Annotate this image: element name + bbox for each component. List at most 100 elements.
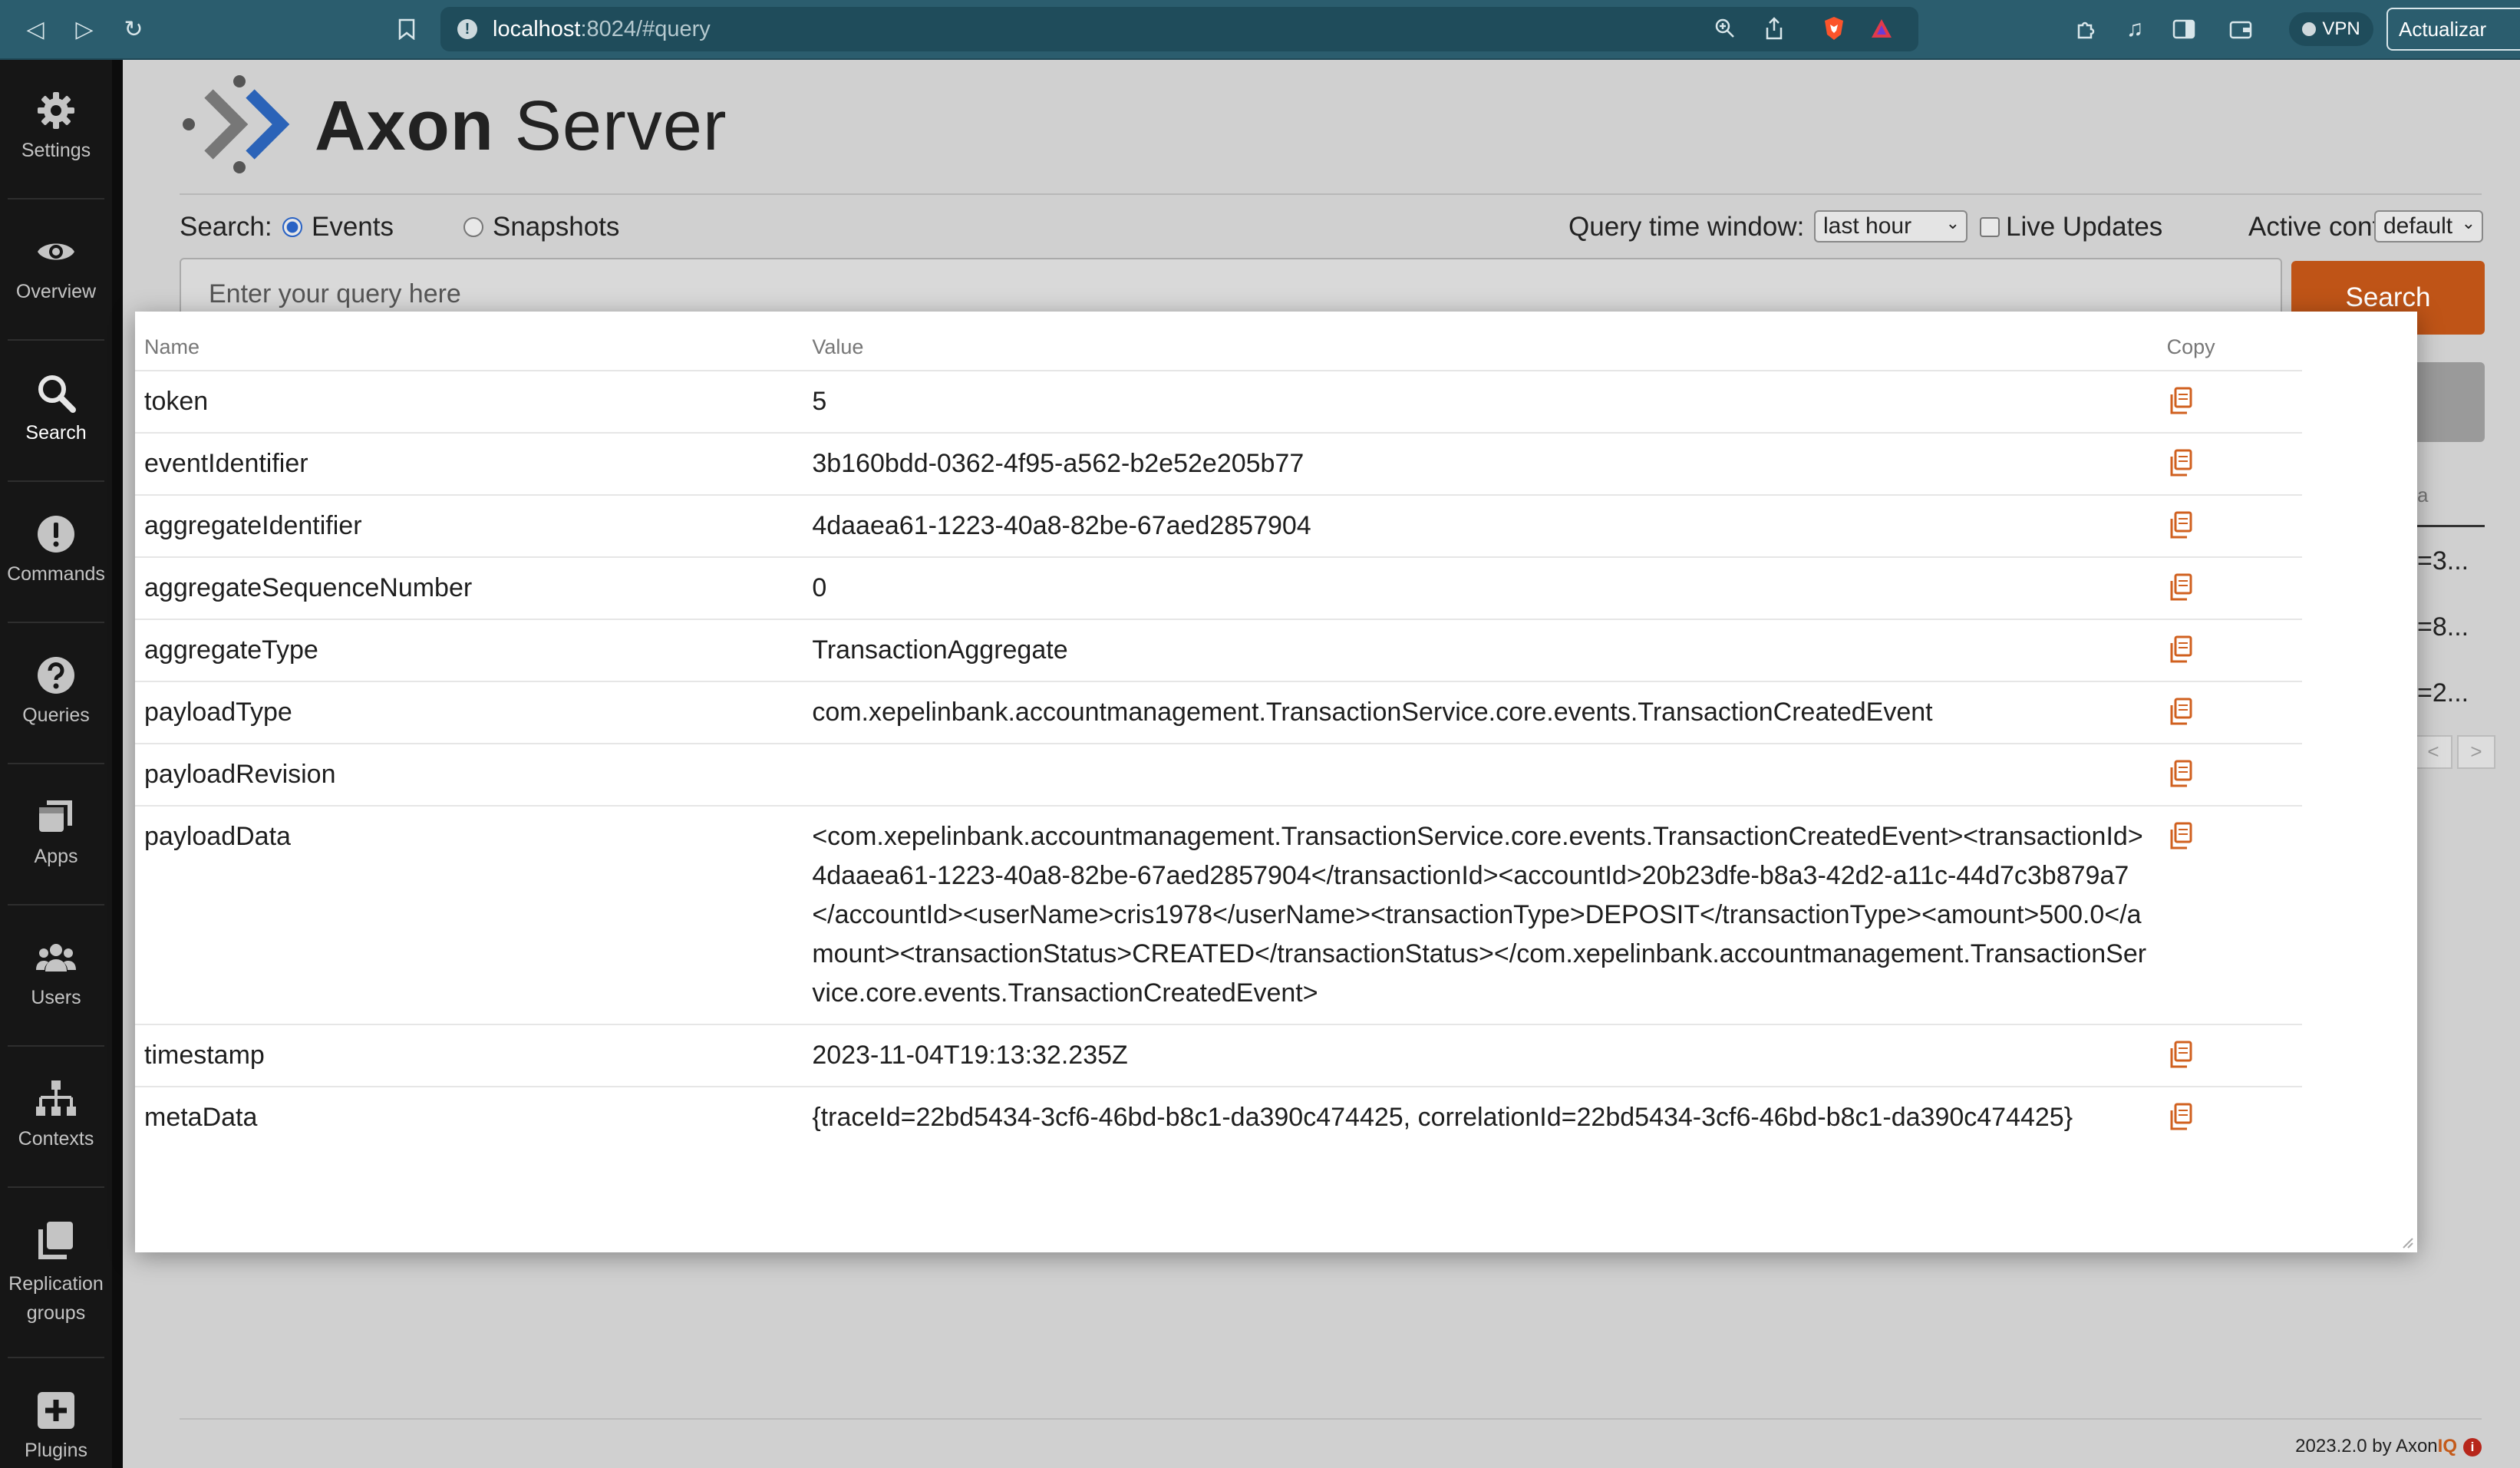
copy-icon bbox=[2170, 1041, 2192, 1068]
brave-shield-icon[interactable] bbox=[1817, 12, 1851, 45]
sidebar-divider bbox=[8, 198, 104, 200]
field-name: token bbox=[135, 370, 803, 433]
sidebar-item-commands[interactable]: Commands bbox=[0, 513, 112, 586]
gear-icon bbox=[38, 92, 74, 129]
update-button[interactable]: Actualizar bbox=[2386, 8, 2520, 51]
pager-next-button[interactable]: > bbox=[2457, 735, 2495, 769]
sidebar-divider bbox=[8, 480, 104, 482]
zoom-icon[interactable] bbox=[1708, 12, 1742, 45]
context-select[interactable]: default ⌄ bbox=[2374, 210, 2483, 242]
column-header-value: Value bbox=[812, 335, 864, 358]
rewards-icon[interactable] bbox=[1865, 12, 1898, 45]
sidebar-item-plugins[interactable]: Plugins bbox=[0, 1389, 112, 1462]
live-updates-label: Live Updates bbox=[2006, 212, 2163, 242]
info-icon[interactable]: i bbox=[2463, 1438, 2482, 1456]
checkbox-icon bbox=[1980, 217, 2000, 237]
pager-prev-button[interactable]: < bbox=[2414, 735, 2452, 769]
sidebar-item-search[interactable]: Search bbox=[0, 371, 112, 444]
sidebar-item-label: Plugins bbox=[25, 1440, 87, 1461]
field-value: 2023-11-04T19:13:32.235Z bbox=[803, 1024, 2158, 1087]
copy-icon bbox=[2170, 698, 2192, 725]
field-value: <com.xepelinbank.accountmanagement.Trans… bbox=[803, 805, 2158, 1024]
column-header-name: Name bbox=[144, 335, 200, 358]
vpn-button[interactable]: VPN bbox=[2289, 12, 2373, 46]
radio-snapshots[interactable]: Snapshots bbox=[463, 212, 619, 242]
sidebar-item-label: Apps bbox=[34, 846, 78, 867]
sidebar-item-label: Users bbox=[31, 987, 81, 1008]
sidebar-divider bbox=[8, 1357, 104, 1358]
vpn-status-icon bbox=[2302, 22, 2317, 36]
sidebar-item-overview[interactable]: Overview bbox=[0, 230, 112, 303]
plus-square-icon bbox=[38, 1392, 74, 1429]
sidebar-item-replication-groups[interactable]: Replication groups bbox=[0, 1219, 112, 1328]
result-cell: =2... bbox=[2417, 678, 2469, 708]
time-window-label: Query time window: bbox=[1568, 212, 1805, 242]
copy-button[interactable] bbox=[2157, 370, 2302, 433]
copy-button[interactable] bbox=[2157, 1086, 2302, 1148]
extensions-icon[interactable] bbox=[2069, 12, 2103, 46]
table-row: payloadData <com.xepelinbank.accountmanag… bbox=[135, 805, 2302, 1024]
footer-brand: IQ bbox=[2437, 1436, 2457, 1456]
event-detail-table: Name Value Copy token 5 eventIdentifier 3b1… bbox=[135, 324, 2302, 1148]
field-value bbox=[803, 743, 2158, 806]
address-bar[interactable]: ! localhost:8024/#query bbox=[440, 7, 1918, 51]
copy-button[interactable] bbox=[2157, 743, 2302, 806]
copy-button[interactable] bbox=[2157, 805, 2302, 1024]
copy-button[interactable] bbox=[2157, 1024, 2302, 1087]
sidebar-item-label: Replication groups bbox=[8, 1273, 104, 1324]
sidebar-divider bbox=[8, 1186, 104, 1188]
radio-events[interactable]: Events bbox=[282, 212, 394, 242]
bookmark-icon[interactable] bbox=[390, 12, 424, 46]
copy-button[interactable] bbox=[2157, 432, 2302, 495]
update-label: Actualizar bbox=[2399, 17, 2487, 41]
sidebar-item-settings[interactable]: Settings bbox=[0, 89, 112, 162]
radio-snapshots-label: Snapshots bbox=[493, 212, 620, 242]
sidebar-item-apps[interactable]: Apps bbox=[0, 795, 112, 868]
time-window-select[interactable]: last hour ⌄ bbox=[1814, 210, 1968, 242]
copy-button[interactable] bbox=[2157, 556, 2302, 619]
field-name: aggregateType bbox=[135, 619, 803, 681]
wallet-icon[interactable] bbox=[2224, 12, 2258, 46]
field-value: 3b160bdd-0362-4f95-a562-b2e52e205b77 bbox=[803, 432, 2158, 495]
sidebar-divider bbox=[8, 1045, 104, 1047]
field-name: aggregateIdentifier bbox=[135, 494, 803, 557]
live-updates-checkbox[interactable]: Live Updates bbox=[1980, 212, 2162, 242]
radio-unselected-icon bbox=[463, 217, 483, 237]
copy-button[interactable] bbox=[2157, 494, 2302, 557]
reload-icon[interactable]: ↻ bbox=[117, 12, 150, 46]
search-icon bbox=[38, 375, 76, 413]
sidebar-item-label: Settings bbox=[21, 140, 91, 161]
sidebar-toggle-icon[interactable] bbox=[2167, 12, 2201, 46]
search-label: Search: bbox=[180, 212, 272, 242]
site-info-icon[interactable]: ! bbox=[457, 19, 477, 39]
sidebar: Settings Overview Search Commands Querie… bbox=[0, 60, 123, 1468]
pagination: < > bbox=[2414, 735, 2500, 769]
axon-logo-icon bbox=[183, 75, 290, 173]
copy-icon bbox=[2170, 511, 2192, 539]
share-icon[interactable] bbox=[1757, 12, 1791, 45]
back-icon[interactable]: ◁ bbox=[18, 12, 52, 46]
resize-handle-icon[interactable] bbox=[2399, 1234, 2414, 1249]
sidebar-item-label: Queries bbox=[22, 704, 90, 726]
forward-icon[interactable]: ▷ bbox=[68, 12, 101, 46]
event-detail-rows: token 5 eventIdentifier 3b160bdd-0362-4f95-… bbox=[135, 370, 2302, 1148]
copy-icon bbox=[2170, 573, 2192, 601]
eye-icon bbox=[38, 243, 74, 260]
copy-stack-icon bbox=[38, 1222, 73, 1259]
sidebar-item-queries[interactable]: Queries bbox=[0, 654, 112, 727]
column-header-copy: Copy bbox=[2166, 335, 2215, 358]
music-icon[interactable]: ♫ bbox=[2118, 12, 2152, 46]
context-value: default bbox=[2383, 213, 2453, 239]
copy-button[interactable] bbox=[2157, 619, 2302, 681]
sidebar-item-contexts[interactable]: Contexts bbox=[0, 1077, 112, 1150]
field-name: payloadData bbox=[135, 805, 803, 1024]
copy-icon bbox=[2170, 387, 2192, 414]
table-row: token 5 bbox=[135, 370, 2302, 433]
table-row: aggregateSequenceNumber 0 bbox=[135, 556, 2302, 619]
table-row: payloadRevision bbox=[135, 743, 2302, 806]
hierarchy-icon bbox=[36, 1080, 76, 1116]
sidebar-item-users[interactable]: Users bbox=[0, 936, 112, 1009]
copy-button[interactable] bbox=[2157, 681, 2302, 744]
sidebar-divider bbox=[8, 339, 104, 341]
sidebar-item-label: Overview bbox=[15, 281, 97, 302]
